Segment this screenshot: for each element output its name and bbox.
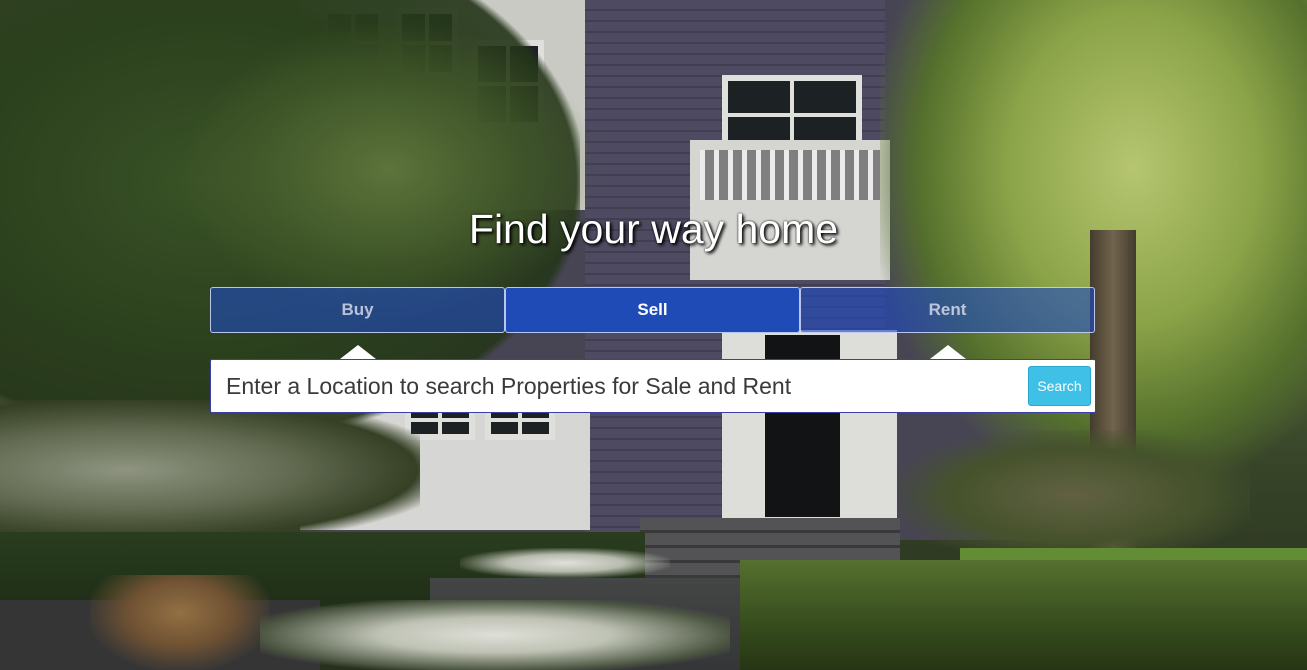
hero-headline: Find your way home [468, 206, 839, 252]
tab-caret-indicator [929, 345, 966, 359]
tab-rent-label: Rent [928, 300, 967, 319]
tab-sell-label: Sell [637, 300, 668, 319]
tab-buy-label: Buy [341, 300, 374, 319]
tab-buy[interactable]: Buy [210, 287, 505, 359]
tab-caret-indicator [339, 345, 376, 359]
background-overlay [0, 0, 1307, 670]
listing-type-tabs: Buy Sell Rent [210, 287, 1096, 359]
hero-section: Find your way home Buy Sell Rent Search [0, 0, 1307, 670]
location-search-input[interactable] [211, 360, 1028, 412]
search-bar: Search [210, 359, 1096, 413]
tab-sell[interactable]: Sell [505, 287, 800, 333]
search-button[interactable]: Search [1028, 366, 1091, 406]
tab-rent[interactable]: Rent [800, 287, 1095, 359]
